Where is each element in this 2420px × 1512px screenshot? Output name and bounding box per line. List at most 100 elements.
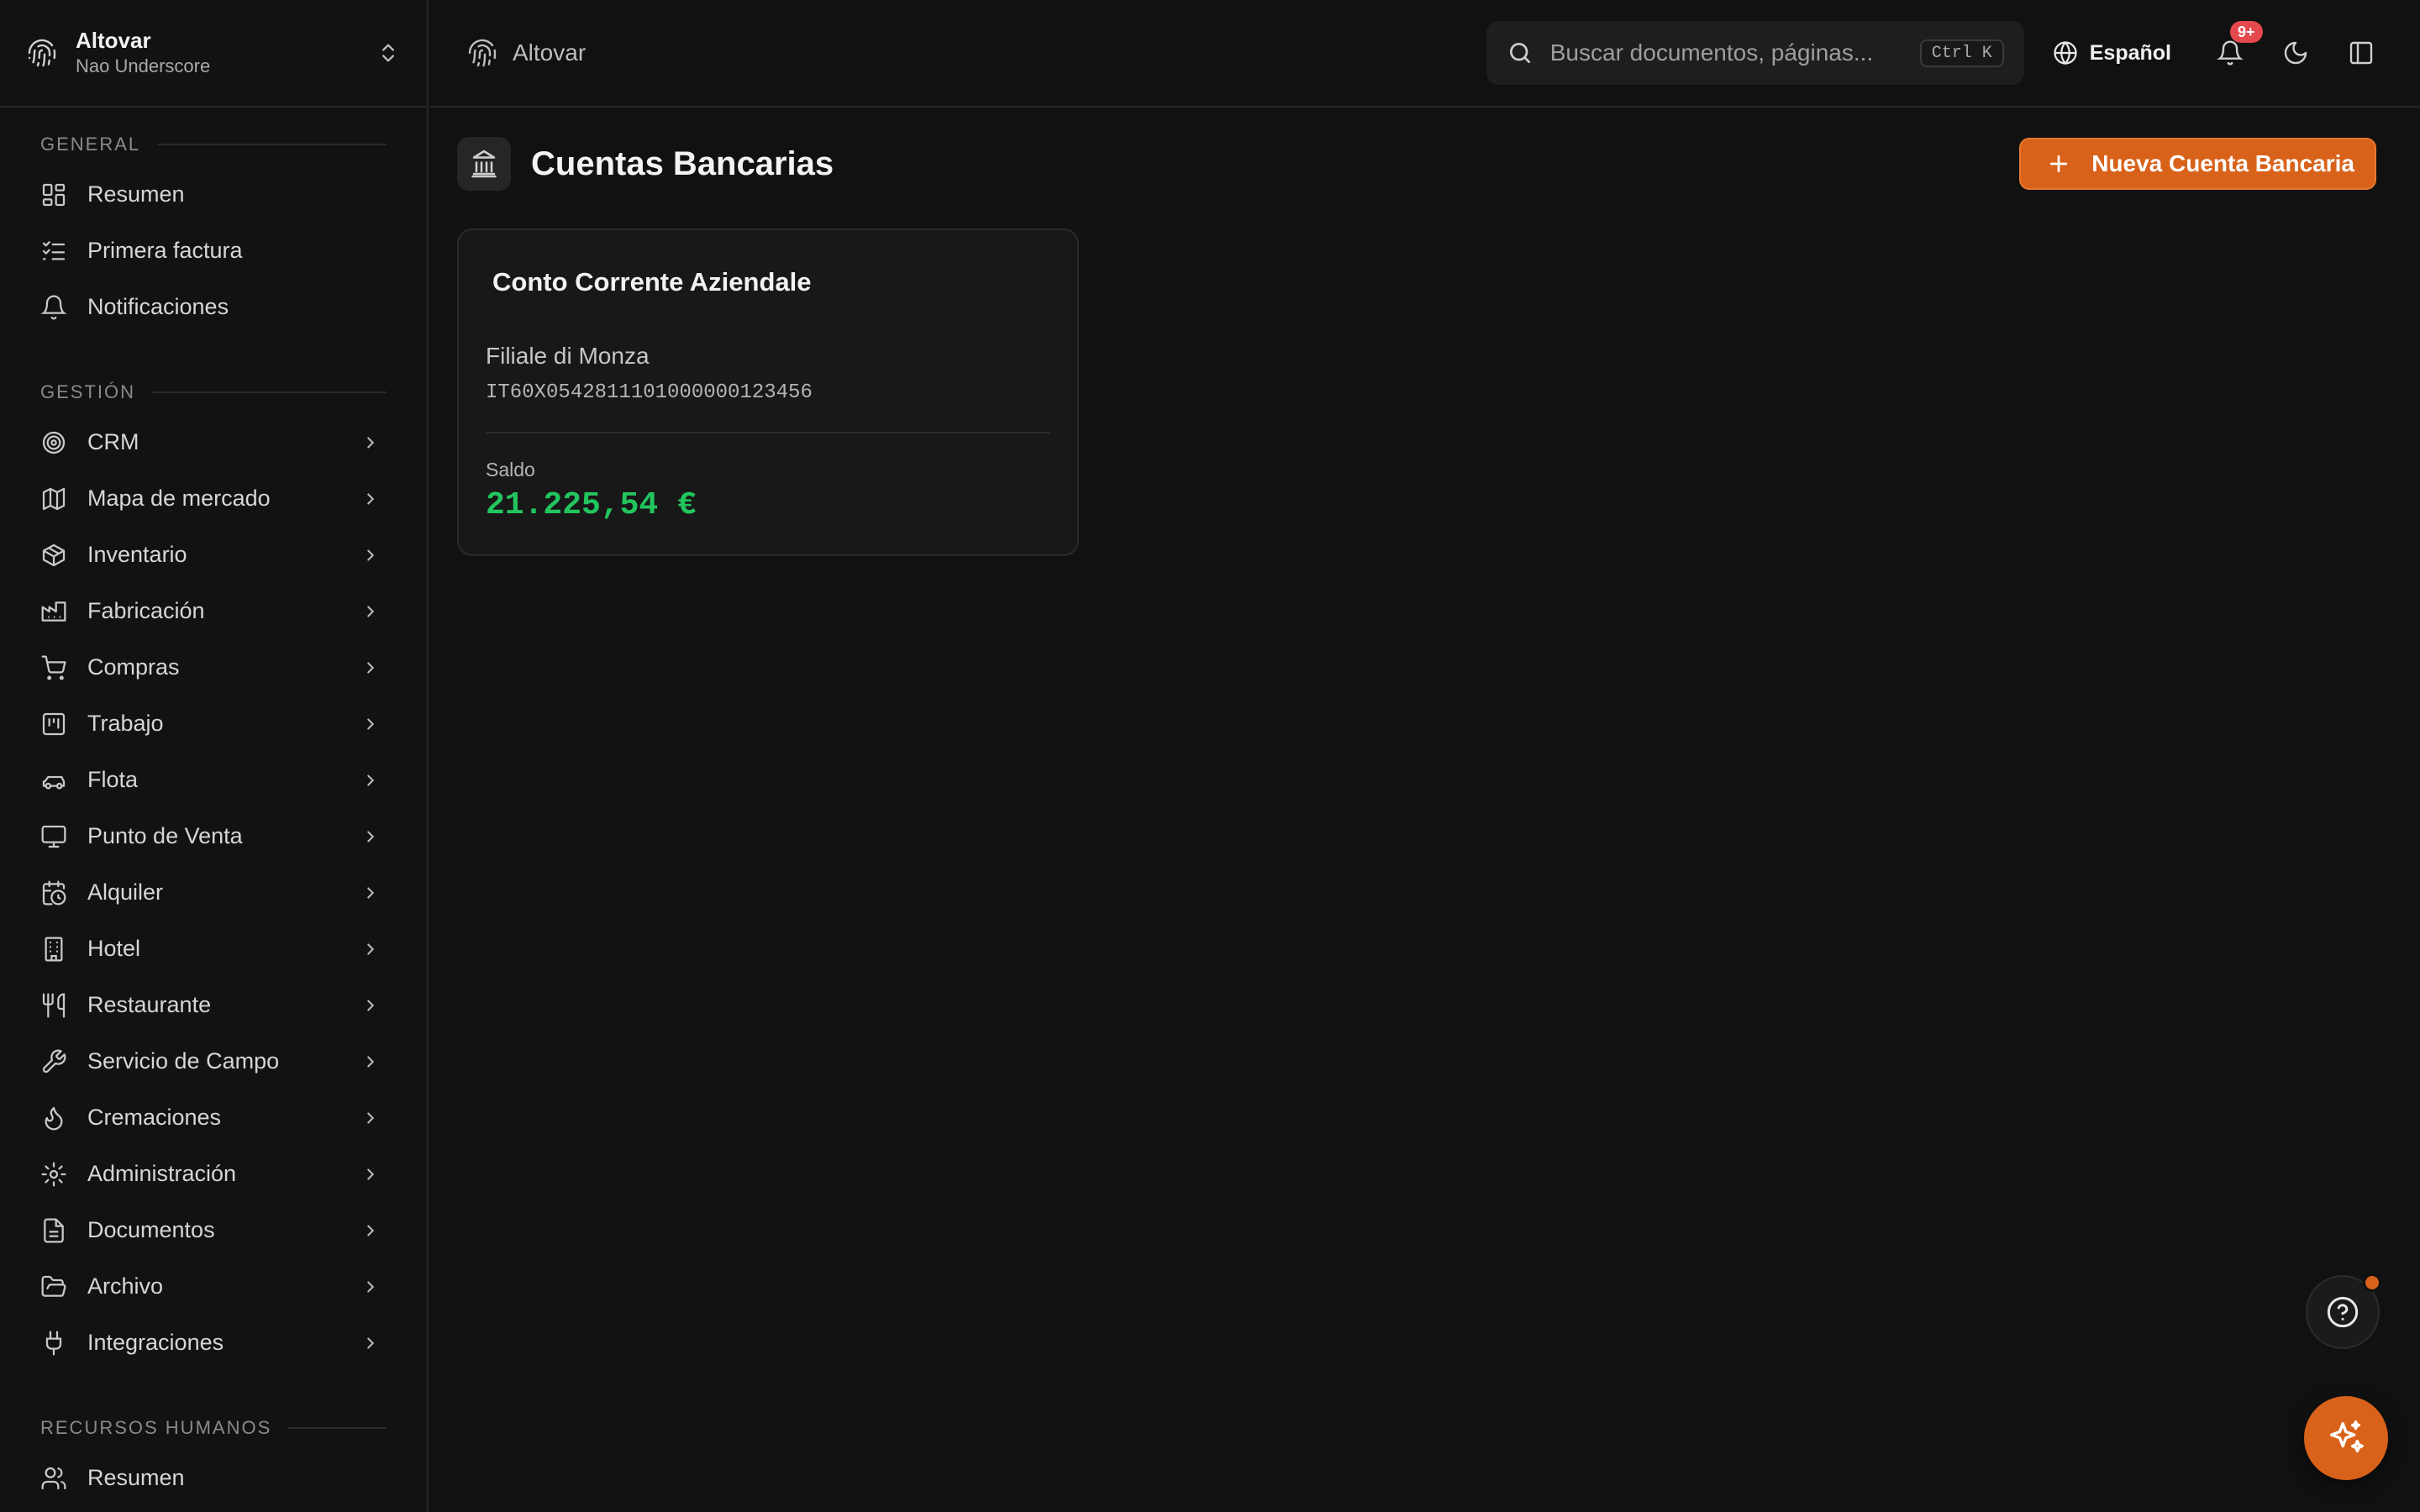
kanban-icon: [42, 712, 66, 735]
chevron-right-icon: [367, 605, 375, 617]
sidebar-item-label: Cremaciones: [87, 1105, 222, 1130]
chevron-right-icon: [367, 1111, 375, 1124]
bank-icon: [471, 150, 497, 178]
main-content: Cuentas Bancarias Nueva Cuenta Bancaria …: [430, 109, 2420, 1512]
breadcrumb-label[interactable]: Altovar: [513, 39, 586, 66]
balance-value: 21.225,54 €: [486, 487, 697, 523]
sidebar-item-label: Primera factura: [87, 238, 243, 263]
sidebar-item-integraciones[interactable]: Integraciones: [40, 1315, 387, 1371]
car-icon: [42, 775, 66, 789]
dashboard-icon: [42, 183, 66, 206]
chevron-right-icon: [367, 830, 375, 843]
sidebar-item-punto-de-venta[interactable]: Punto de Venta: [40, 808, 387, 864]
checklist-icon: [42, 240, 66, 260]
sidebar: Altovar Nao Underscore GENERAL Resumen P…: [0, 0, 429, 1512]
chevron-right-icon: [367, 436, 375, 449]
chevron-right-icon: [367, 1336, 375, 1349]
cart-icon: [41, 655, 66, 680]
account-name: Conto Corrente Aziendale: [492, 267, 812, 297]
fingerprint-icon: [468, 39, 497, 67]
sidebar-item-mapa-de-mercado[interactable]: Mapa de mercado: [40, 470, 387, 527]
sidebar-item-restaurante[interactable]: Restaurante: [40, 977, 387, 1033]
sidebar-item-hotel[interactable]: Hotel: [40, 921, 387, 977]
chevron-right-icon: [367, 886, 375, 899]
bank-account-card[interactable]: Conto Corrente Aziendale Filiale di Monz…: [457, 228, 1079, 556]
account-branch: Filiale di Monza: [486, 343, 650, 369]
chevron-right-icon: [367, 774, 375, 786]
section-label: RECURSOS HUMANOS: [40, 1410, 387, 1446]
sidebar-item-cremaciones[interactable]: Cremaciones: [40, 1089, 387, 1146]
search-input[interactable]: [1549, 39, 1903, 66]
sidebar-item-label: Restaurante: [87, 992, 212, 1017]
target-icon: [42, 431, 66, 454]
sidebar-item-label: Fabricación: [87, 598, 205, 623]
sidebar-item-fabricacion[interactable]: Fabricación: [40, 583, 387, 639]
section-label: GESTIÓN: [40, 374, 387, 411]
sidebar-item-label: Flota: [87, 767, 139, 792]
new-bank-account-button[interactable]: Nueva Cuenta Bancaria: [2019, 138, 2376, 190]
sidebar-item-primera-factura[interactable]: Primera factura: [40, 223, 387, 279]
org-switcher[interactable]: Altovar Nao Underscore: [0, 0, 427, 108]
chevron-right-icon: [367, 1168, 375, 1180]
sidebar-item-alquiler[interactable]: Alquiler: [40, 864, 387, 921]
sidebar-section-gestion: GESTIÓN CRM Mapa de mercado Inventario F…: [0, 374, 427, 1371]
theme-toggle-button[interactable]: [2277, 34, 2314, 71]
sidebar-item-flota[interactable]: Flota: [40, 752, 387, 808]
calendar-clock-icon: [42, 880, 66, 905]
notifications-button[interactable]: 9+: [2212, 21, 2263, 71]
sidebar-item-notificaciones[interactable]: Notificaciones: [40, 279, 387, 335]
fingerprint-icon: [28, 39, 56, 67]
gear-icon: [41, 1162, 66, 1186]
sidebar-item-trabajo[interactable]: Trabajo: [40, 696, 387, 752]
chevron-right-icon: [367, 1224, 375, 1236]
chevron-right-icon: [367, 1055, 375, 1068]
factory-icon: [41, 601, 66, 622]
search-bar[interactable]: Ctrl K: [1486, 21, 2024, 85]
sidebar-section-general: GENERAL Resumen Primera factura Notifica…: [0, 126, 427, 335]
sidebar-item-label: Inventario: [87, 542, 187, 567]
sidebar-item-servicio-de-campo[interactable]: Servicio de Campo: [40, 1033, 387, 1089]
sidebar-item-label: Resumen: [87, 181, 185, 207]
chevron-right-icon: [367, 549, 375, 561]
plug-icon: [45, 1331, 62, 1355]
sidebar-panel-icon: [2349, 41, 2373, 65]
flame-icon: [45, 1106, 63, 1130]
sidebar-item-label: Punto de Venta: [87, 823, 243, 848]
sidebar-item-rrhh-resumen[interactable]: Resumen: [40, 1450, 387, 1506]
language-selector[interactable]: Español: [2053, 40, 2171, 66]
sidebar-item-label: CRM: [87, 429, 139, 454]
sidebar-item-documentos[interactable]: Documentos: [40, 1202, 387, 1258]
top-bar: Altovar Ctrl K Español 9+: [430, 0, 2420, 108]
users-icon: [41, 1467, 66, 1489]
app-window: Altovar Nao Underscore GENERAL Resumen P…: [0, 0, 2420, 1512]
page-header: Cuentas Bancarias Nueva Cuenta Bancaria: [457, 134, 2376, 193]
plus-icon: [2050, 155, 2068, 173]
sidebar-item-compras[interactable]: Compras: [40, 639, 387, 696]
panel-toggle-button[interactable]: [2343, 34, 2380, 71]
sidebar-item-resumen[interactable]: Resumen: [40, 166, 387, 223]
card-divider: [486, 432, 1050, 433]
sidebar-item-label: Trabajo: [87, 711, 164, 736]
chevron-right-icon: [367, 661, 375, 674]
sidebar-item-label: Archivo: [87, 1273, 164, 1299]
ai-assistant-button[interactable]: [2304, 1396, 2388, 1480]
section-label: GENERAL: [40, 126, 387, 163]
help-indicator-dot: [2363, 1273, 2381, 1292]
monitor-icon: [41, 825, 66, 848]
sidebar-item-label: Mapa de mercado: [87, 486, 271, 511]
chevron-right-icon: [367, 999, 375, 1011]
sidebar-item-label: Alquiler: [87, 879, 164, 905]
bell-icon: [2217, 40, 2244, 66]
sidebar-item-label: Documentos: [87, 1217, 215, 1242]
package-icon: [42, 543, 66, 566]
globe-icon: [2054, 41, 2077, 66]
sidebar-item-label: Administración: [87, 1161, 237, 1186]
chevrons-up-down-icon: [382, 44, 394, 62]
sidebar-item-archivo[interactable]: Archivo: [40, 1258, 387, 1315]
account-iban: IT60X0542811101000000123456: [486, 381, 813, 404]
sidebar-item-crm[interactable]: CRM: [40, 414, 387, 470]
folder-open-icon: [41, 1275, 66, 1297]
sidebar-item-inventario[interactable]: Inventario: [40, 527, 387, 583]
sidebar-item-administracion[interactable]: Administración: [40, 1146, 387, 1202]
moon-icon: [2284, 41, 2307, 65]
